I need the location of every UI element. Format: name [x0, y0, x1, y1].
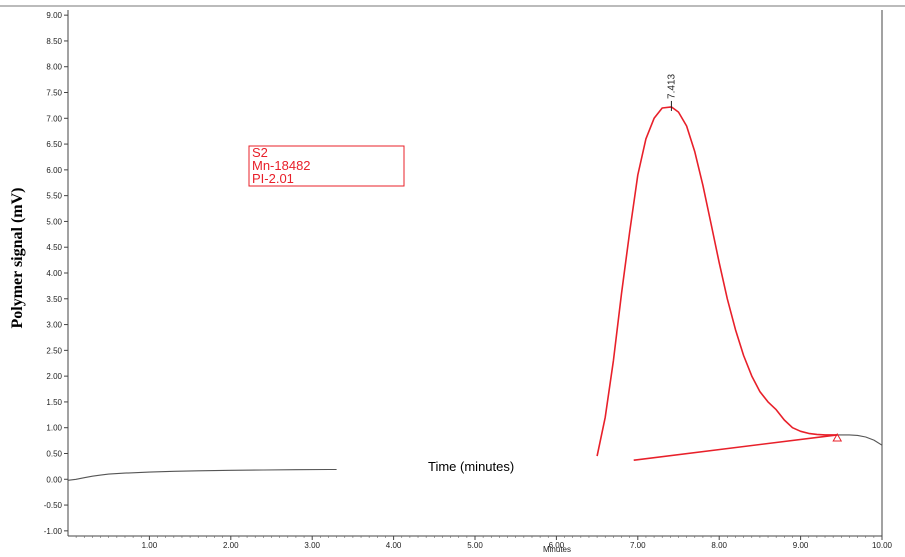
time-annotation: Time (minutes)	[428, 459, 514, 474]
y-tick-label: 4.00	[46, 269, 62, 278]
x-tick-label: 2.00	[223, 541, 239, 550]
series-line-2	[837, 434, 883, 446]
y-tick-label: 5.50	[46, 192, 62, 201]
legend-box-line-pi: PI-2.01	[252, 171, 294, 186]
y-tick-label: -1.00	[44, 527, 63, 536]
y-tick-label: 0.50	[46, 449, 62, 458]
y-tick-label: 6.50	[46, 140, 62, 149]
y-tick-label: 3.50	[46, 295, 62, 304]
x-tick-label: 1.00	[142, 541, 158, 550]
peak-label: 7.413	[666, 73, 677, 98]
y-tick-label: 2.00	[46, 372, 62, 381]
series-line-3	[633, 434, 838, 461]
y-tick-label: 6.00	[46, 166, 62, 175]
x-axis-title: Minutes	[543, 545, 571, 554]
y-tick-label: 5.00	[46, 217, 62, 226]
x-tick-label: 8.00	[711, 541, 727, 550]
x-tick-label: 7.00	[630, 541, 646, 550]
y-tick-label: -0.50	[44, 501, 63, 510]
x-tick-label: 3.00	[304, 541, 320, 550]
y-tick-label: 8.50	[46, 37, 62, 46]
x-tick-label: 4.00	[386, 541, 402, 550]
y-axis-title: Polymer signal (mV)	[9, 187, 26, 328]
series-line-0	[67, 468, 337, 481]
y-tick-label: 2.50	[46, 346, 62, 355]
x-tick-label: 10.00	[872, 541, 893, 550]
axes	[67, 10, 883, 537]
y-tick-label: 9.00	[46, 11, 62, 20]
y-tick-label: 0.00	[46, 475, 62, 484]
y-tick-label: 4.50	[46, 243, 62, 252]
legend-box: S2 Mn-18482 PI-2.01	[248, 145, 405, 187]
y-tick-label: 8.00	[46, 63, 62, 72]
x-tick-label: 9.00	[793, 541, 809, 550]
chromatogram-chart: -1.00 -0.50 0.00 0.50 1.00 1.50 2.00 2.50 3.00 3.…	[0, 5, 905, 554]
series-line-1	[596, 106, 838, 457]
y-tick-label: 3.00	[46, 321, 62, 330]
x-tick-label: 5.00	[467, 541, 483, 550]
y-tick-label: 7.50	[46, 89, 62, 98]
series-group: 7.413	[67, 73, 883, 481]
y-tick-label: 1.00	[46, 424, 62, 433]
y-tick-label: 1.50	[46, 398, 62, 407]
y-tick-label: 7.00	[46, 114, 62, 123]
